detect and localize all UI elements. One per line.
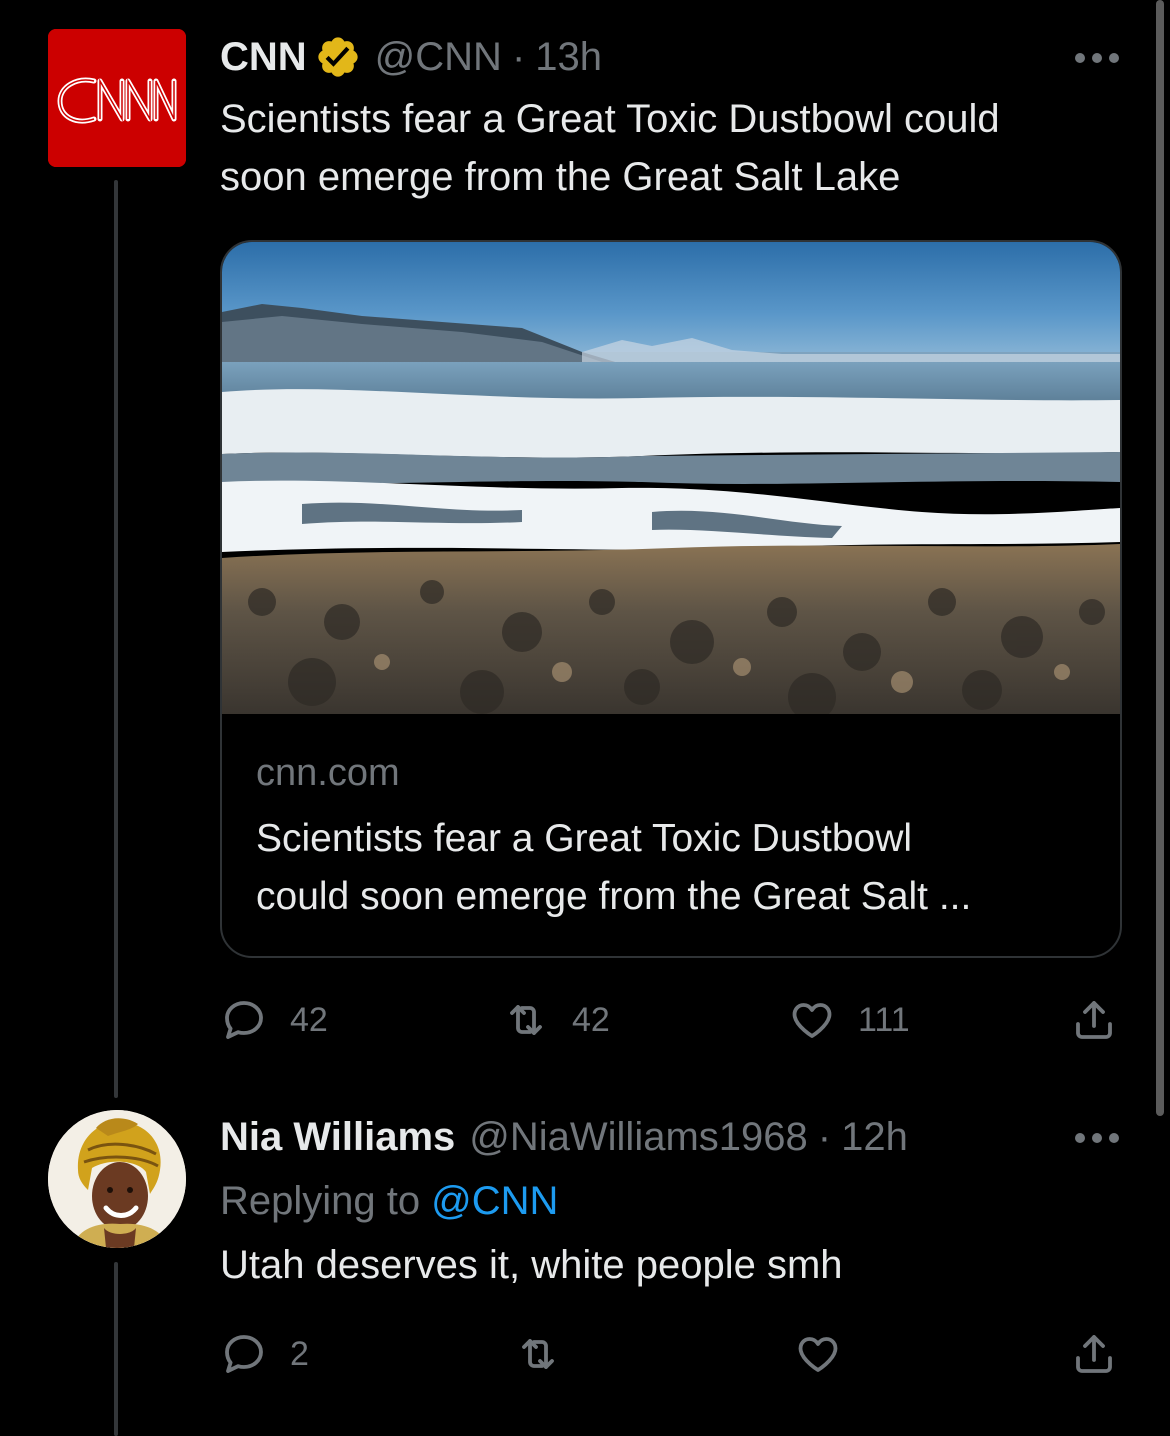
replying-to-label: Replying to	[220, 1179, 421, 1223]
display-name[interactable]: Nia Williams	[220, 1112, 455, 1162]
like-button[interactable]: 111	[788, 996, 910, 1044]
more-options-icon[interactable]	[1074, 52, 1120, 64]
reply-icon	[225, 1001, 263, 1039]
like-count: 111	[858, 1000, 910, 1039]
retweet-button[interactable]	[514, 1330, 562, 1378]
reply-icon	[225, 1335, 263, 1373]
replying-to-mention[interactable]: @CNN	[431, 1176, 558, 1226]
card-title-line: Scientists fear a Great Toxic Dustbowl	[256, 817, 913, 860]
reply-button[interactable]: 42	[220, 996, 328, 1044]
card-title: Scientists fear a Great Toxic Dustbowl c…	[256, 810, 1086, 926]
avatar-photo	[48, 1110, 186, 1248]
reply-count: 42	[290, 1000, 328, 1039]
retweet-button[interactable]: 42	[502, 996, 610, 1044]
tweet-text: Scientists fear a Great Toxic Dustbowl c…	[220, 90, 1000, 206]
share-icon	[1076, 1001, 1112, 1039]
display-name[interactable]: CNN	[220, 32, 307, 82]
like-button[interactable]	[794, 1330, 842, 1378]
replying-to: Replying to @CNN	[220, 1176, 558, 1226]
card-image	[222, 242, 1120, 714]
nia-avatar[interactable]	[48, 1110, 186, 1248]
cnn-avatar[interactable]	[48, 29, 186, 167]
thread-line	[114, 180, 118, 1098]
retweet-icon	[522, 1339, 554, 1369]
user-handle[interactable]: @CNN	[375, 32, 502, 82]
reply-count: 2	[290, 1334, 309, 1373]
heart-icon	[798, 1337, 838, 1372]
card-title-line: could soon emerge from the Great Salt ..…	[256, 875, 972, 918]
timestamp[interactable]: 12h	[841, 1112, 908, 1162]
cnn-logo	[48, 29, 186, 167]
reply-header: Nia Williams @NiaWilliams1968 · 12h	[220, 1112, 908, 1162]
thread-line	[114, 1262, 118, 1436]
heart-icon	[792, 1003, 832, 1038]
reply-text: Utah deserves it, white people smh	[220, 1243, 843, 1287]
share-button[interactable]	[1070, 996, 1118, 1044]
tweet-text-line: Scientists fear a Great Toxic Dustbowl c…	[220, 97, 1000, 141]
share-icon	[1076, 1335, 1112, 1373]
user-handle[interactable]: @NiaWilliams1968	[469, 1112, 807, 1162]
retweet-count: 42	[572, 1000, 610, 1039]
more-options-icon[interactable]	[1074, 1132, 1120, 1144]
tweet-header: CNN @CNN · 13h	[220, 32, 602, 82]
retweet-icon	[510, 1005, 542, 1035]
tweet-text-line: soon emerge from the Great Salt Lake	[220, 155, 901, 199]
scrollbar[interactable]	[1156, 0, 1164, 1116]
share-button[interactable]	[1070, 1330, 1118, 1378]
separator-dot: ·	[817, 1115, 832, 1159]
separator-dot: ·	[511, 35, 526, 79]
timestamp[interactable]: 13h	[535, 32, 602, 82]
reply-button[interactable]: 2	[220, 1330, 309, 1378]
link-preview-card[interactable]: cnn.com Scientists fear a Great Toxic Du…	[220, 240, 1122, 958]
card-domain: cnn.com	[256, 752, 400, 794]
verified-badge-icon	[315, 34, 361, 80]
